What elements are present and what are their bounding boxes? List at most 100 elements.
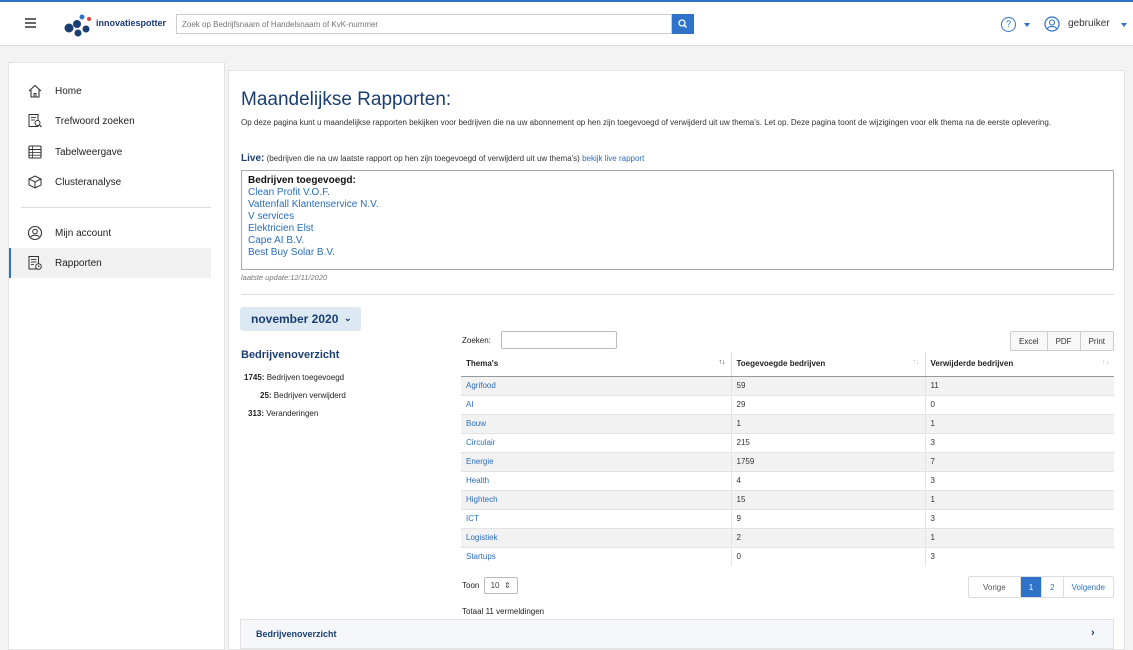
added-count: 215	[731, 432, 926, 452]
account-icon	[27, 225, 43, 241]
added-count: 15	[731, 489, 926, 509]
overview-title: Bedrijvenoverzicht	[241, 349, 340, 361]
removed-count: 1	[925, 489, 1114, 509]
table-search-input[interactable]	[501, 331, 617, 349]
sidebar-item-label: Home	[55, 86, 82, 97]
cluster-icon	[27, 175, 43, 189]
table-row: Hightech 15 1	[461, 489, 1114, 509]
table-row: Circulair 215 3	[461, 432, 1114, 452]
company-link[interactable]: Clean Profit V.O.F.	[248, 187, 1107, 199]
added-count: 29	[731, 394, 926, 414]
print-button[interactable]: Print	[1079, 332, 1113, 350]
sidebar-item-rapporten[interactable]: Rapporten	[9, 248, 211, 278]
sidebar-item-label: Trefwoord zoeken	[55, 116, 135, 127]
theme-link[interactable]: Bouw	[466, 419, 486, 428]
added-count: 2	[731, 527, 926, 547]
username[interactable]: gebruiker	[1068, 18, 1110, 29]
pagination-page-1[interactable]: 1	[1019, 577, 1042, 597]
month-select[interactable]: november 2020 ⌄	[240, 307, 361, 331]
pdf-button[interactable]: PDF	[1046, 332, 1080, 350]
user-dropdown-caret-icon[interactable]	[1121, 23, 1127, 27]
removed-count: 1	[925, 413, 1114, 433]
column-header-toegevoegd[interactable]: Toegevoegde bedrijven ↑↓	[731, 352, 926, 377]
stat-label: Bedrijven verwijderd	[273, 391, 346, 400]
theme-link[interactable]: Agrifood	[466, 381, 496, 390]
live-box-header: Bedrijven toegevoegd:	[248, 175, 356, 186]
top-bar: innovatiespotter ? gebruiker	[0, 0, 1133, 46]
menu-icon[interactable]	[25, 18, 36, 28]
intro-text: Op deze pagina kunt u maandelijkse rappo…	[241, 118, 1052, 127]
sidebar-item-home[interactable]: Home	[9, 76, 211, 106]
sidebar-item-label: Clusteranalyse	[55, 177, 122, 188]
company-link[interactable]: Best Buy Solar B.V.	[248, 247, 1107, 259]
user-icon[interactable]	[1044, 16, 1060, 32]
table-row: Bouw 1 1	[461, 413, 1114, 433]
pagination-page-2[interactable]: 2	[1041, 577, 1062, 597]
help-icon[interactable]: ?	[1001, 17, 1016, 32]
sidebar-item-mijn-account[interactable]: Mijn account	[9, 218, 211, 248]
live-report-link[interactable]: bekijk live rapport	[582, 154, 644, 163]
sidebar: Home Trefwoord zoeken Tabelweergave Clus…	[8, 62, 225, 650]
theme-link[interactable]: Health	[466, 476, 489, 485]
live-label: Live:	[241, 153, 265, 164]
theme-link[interactable]: Circulair	[466, 438, 495, 447]
company-link[interactable]: Elektricien Elst	[248, 223, 1107, 235]
search-icon	[678, 19, 687, 28]
theme-link[interactable]: AI	[466, 400, 474, 409]
search-button[interactable]	[672, 14, 694, 34]
chevron-down-icon: ⌄	[344, 313, 352, 323]
last-update: laatste update:12/11/2020	[241, 273, 328, 282]
stat-label: Veranderingen	[266, 409, 319, 418]
theme-link[interactable]: Hightech	[466, 495, 498, 504]
pagination-next[interactable]: Volgende	[1062, 577, 1113, 597]
added-count: 0	[731, 546, 926, 566]
page-size-select[interactable]: 10 ⇕	[483, 577, 518, 594]
stat-removed: 25: Bedrijven verwijderd	[260, 391, 346, 400]
pagination-prev[interactable]: Vorige	[969, 577, 1020, 597]
live-description: (bedrijven die na uw laatste rapport op …	[264, 154, 583, 163]
added-count: 1	[731, 413, 926, 433]
theme-link[interactable]: Startups	[466, 552, 496, 561]
sidebar-item-trefwoord-zoeken[interactable]: Trefwoord zoeken	[9, 106, 211, 136]
table-row: Health 4 3	[461, 470, 1114, 490]
logo-text: innovatiespotter	[96, 18, 167, 28]
sidebar-item-label: Rapporten	[55, 258, 102, 269]
page-size-control: Toon 10 ⇕	[462, 577, 518, 594]
chevron-right-icon: ›	[1091, 627, 1095, 639]
live-companies-box[interactable]: Bedrijven toegevoegd: Clean Profit V.O.F…	[241, 170, 1114, 270]
company-link[interactable]: V services	[248, 211, 1107, 223]
sidebar-item-clusteranalyse[interactable]: Clusteranalyse	[9, 167, 211, 197]
home-icon	[28, 84, 42, 98]
themes-table: Thema's ↑↓ Toegevoegde bedrijven ↑↓ Verwij…	[461, 352, 1114, 566]
help-dropdown-caret-icon[interactable]	[1024, 23, 1030, 27]
overview-collapse[interactable]: Bedrijvenoverzicht ›	[240, 619, 1114, 649]
stat-value: 25:	[260, 391, 272, 400]
logo[interactable]: innovatiespotter	[63, 12, 173, 38]
sidebar-item-label: Mijn account	[55, 228, 112, 239]
removed-count: 3	[925, 470, 1114, 490]
company-link[interactable]: Cape AI B.V.	[248, 235, 1107, 247]
stat-value: 313:	[248, 409, 265, 418]
excel-button[interactable]: Excel	[1011, 332, 1047, 350]
table-search-label: Zoeken:	[462, 336, 491, 345]
sidebar-item-tabelweergave[interactable]: Tabelweergave	[9, 137, 211, 167]
theme-link[interactable]: Energie	[466, 457, 494, 466]
removed-count: 7	[925, 451, 1114, 471]
search-input[interactable]	[176, 14, 672, 34]
logo-icon	[64, 14, 91, 37]
company-link[interactable]: Vattenfall Klantenservice N.V.	[248, 199, 1107, 211]
removed-count: 0	[925, 394, 1114, 414]
sort-icon: ↑↓	[1102, 359, 1109, 366]
divider	[241, 294, 1114, 295]
removed-count: 3	[925, 508, 1114, 528]
sidebar-divider	[21, 207, 211, 208]
sidebar-item-label: Tabelweergave	[55, 147, 123, 158]
table-row: Energie 1759 7	[461, 451, 1114, 471]
page-size-label: Toon	[462, 581, 480, 590]
column-header-verwijderd[interactable]: Verwijderde bedrijven ↑↓	[925, 352, 1114, 377]
removed-count: 3	[925, 546, 1114, 566]
removed-count: 3	[925, 432, 1114, 452]
column-header-themas[interactable]: Thema's ↑↓	[461, 352, 732, 377]
theme-link[interactable]: Logistiek	[466, 533, 498, 542]
theme-link[interactable]: ICT	[466, 514, 479, 523]
